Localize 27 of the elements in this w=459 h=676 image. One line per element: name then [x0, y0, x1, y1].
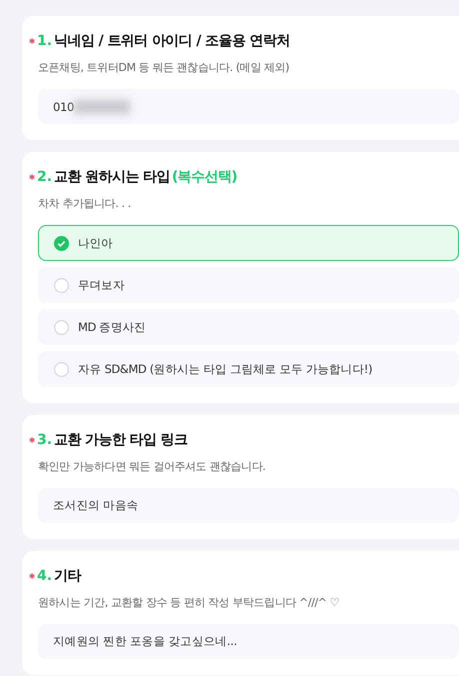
question-number: 3.: [37, 432, 52, 448]
choice-option[interactable]: 나인아: [38, 225, 459, 261]
question-title: 교환 가능한 타입 링크: [54, 431, 188, 449]
question-title: 기타: [54, 567, 81, 585]
option-label: 자유 SD&MD (원하시는 타입 그림체로 모두 가능합니다!): [78, 362, 372, 376]
option-label: 나인아: [78, 236, 113, 250]
question-number: 4.: [37, 568, 52, 584]
choice-option[interactable]: 자유 SD&MD (원하시는 타입 그림체로 모두 가능합니다!): [38, 351, 459, 387]
question-note: (복수선택): [172, 168, 238, 186]
option-label: MD 증명사진: [78, 320, 146, 334]
answer-field[interactable]: 010: [38, 89, 459, 124]
option-label: 무뎌보자: [78, 278, 124, 292]
choice-option[interactable]: 무뎌보자: [38, 267, 459, 303]
question-description: 확인만 가능하다면 뭐든 걸어주셔도 괜찮습니다.: [38, 459, 266, 474]
question-number: 1.: [37, 33, 52, 49]
answer-field[interactable]: 조서진의 마음속: [38, 488, 459, 523]
question-title: 교환 원하시는 타입: [54, 168, 170, 186]
answer-field[interactable]: 지예원의 찐한 포옹을 갖고싶으네...: [38, 624, 459, 659]
question-description: 차차 추가됩니다. . .: [38, 196, 132, 211]
choice-option[interactable]: MD 증명사진: [38, 309, 459, 345]
question-description: 오픈채팅, 트위터DM 등 뭐든 괜찮습니다. (메일 제외): [38, 60, 290, 75]
radio-circle-icon[interactable]: [54, 362, 69, 376]
question-title: 닉네임 / 트위터 아이디 / 조율용 연락처: [54, 32, 290, 50]
radio-circle-icon[interactable]: [54, 320, 69, 334]
question-number: 2.: [37, 169, 52, 185]
radio-circle-icon[interactable]: [54, 278, 69, 292]
question-description: 원하시는 기간, 교환할 장수 등 편히 작성 부탁드립니다 ^///^ ♡: [38, 595, 340, 610]
